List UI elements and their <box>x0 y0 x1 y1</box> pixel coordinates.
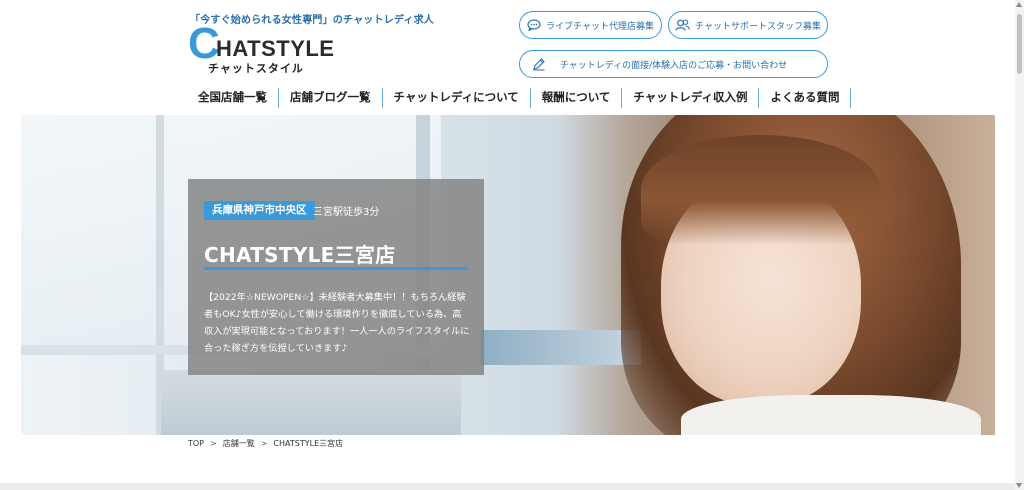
breadcrumb-current: CHATSTYLE三宮店 <box>273 439 344 448</box>
shop-title: CHATSTYLE三宮店 <box>204 243 396 267</box>
breadcrumb-store-list[interactable]: 店舗一覧 <box>223 438 255 449</box>
shop-title-underline <box>204 267 468 270</box>
contact-apply-button[interactable]: チャットレディの面接/体験入店のご応募・お問い合わせ <box>519 50 828 78</box>
support-staff-recruit-label: チャットサポートスタッフ募集 <box>695 21 821 32</box>
global-nav: 全国店舗一覧 店舗ブログ一覧 チャットレディについて 報酬について チャットレデ… <box>188 88 852 108</box>
hero-sea-view <box>481 330 641 365</box>
contact-apply-label: チャットレディの面接/体験入店のご応募・お問い合わせ <box>559 60 788 71</box>
support-staff-recruit-button[interactable]: チャットサポートスタッフ募集 <box>668 11 828 39</box>
shop-description: 【2022年☆NEWOPEN☆】未経験者大募集中！！もちろん経験者もOK♪女性が… <box>204 292 470 354</box>
breadcrumb-separator: > <box>210 439 217 448</box>
section-divider <box>0 483 1024 490</box>
nav-item-income-examples[interactable]: チャットレディ収入例 <box>622 88 760 108</box>
hero-model-bangs <box>641 135 881 245</box>
nav-item-about-chat-lady[interactable]: チャットレディについて <box>383 88 531 108</box>
breadcrumb-top[interactable]: TOP <box>188 439 204 448</box>
hero-image <box>21 115 995 435</box>
hero-counter <box>161 370 461 435</box>
nav-item-store-blogs[interactable]: 店舗ブログ一覧 <box>279 88 383 108</box>
site-logo[interactable]: C HATSTYLE チャットスタイル <box>188 22 334 76</box>
breadcrumb-separator: > <box>260 439 268 448</box>
agency-recruit-label: ライブチャット代理店募集 <box>546 21 654 32</box>
scroll-down-arrow-icon[interactable] <box>1016 483 1022 488</box>
chat-bubble-icon <box>527 19 541 31</box>
station-access: 三宮駅徒歩3分 <box>313 207 380 218</box>
scroll-up-arrow-icon[interactable] <box>1016 2 1022 7</box>
people-icon <box>675 19 690 31</box>
page-scrollbar[interactable] <box>1015 0 1024 490</box>
area-badge: 兵庫県神戸市中央区 <box>204 201 315 220</box>
nav-item-faq[interactable]: よくある質問 <box>759 88 852 108</box>
shop-info-box: 兵庫県神戸市中央区 三宮駅徒歩3分 CHATSTYLE三宮店 【2022年☆NE… <box>188 179 484 375</box>
nav-item-store-list[interactable]: 全国店舗一覧 <box>188 88 279 108</box>
breadcrumb: TOP > 店舗一覧 > CHATSTYLE三宮店 <box>188 438 343 449</box>
agency-recruit-button[interactable]: ライブチャット代理店募集 <box>519 11 662 39</box>
scrollbar-thumb[interactable] <box>1017 14 1022 74</box>
logo-subtitle: チャットスタイル <box>208 62 304 75</box>
logo-text: HATSTYLE <box>216 36 335 61</box>
pencil-icon <box>533 58 545 71</box>
nav-item-compensation[interactable]: 報酬について <box>531 88 623 108</box>
hero-model-shirt <box>681 395 981 435</box>
site-header: 「今すぐ始められる女性専門」のチャットレディ求人 C HATSTYLE チャット… <box>0 0 1024 115</box>
